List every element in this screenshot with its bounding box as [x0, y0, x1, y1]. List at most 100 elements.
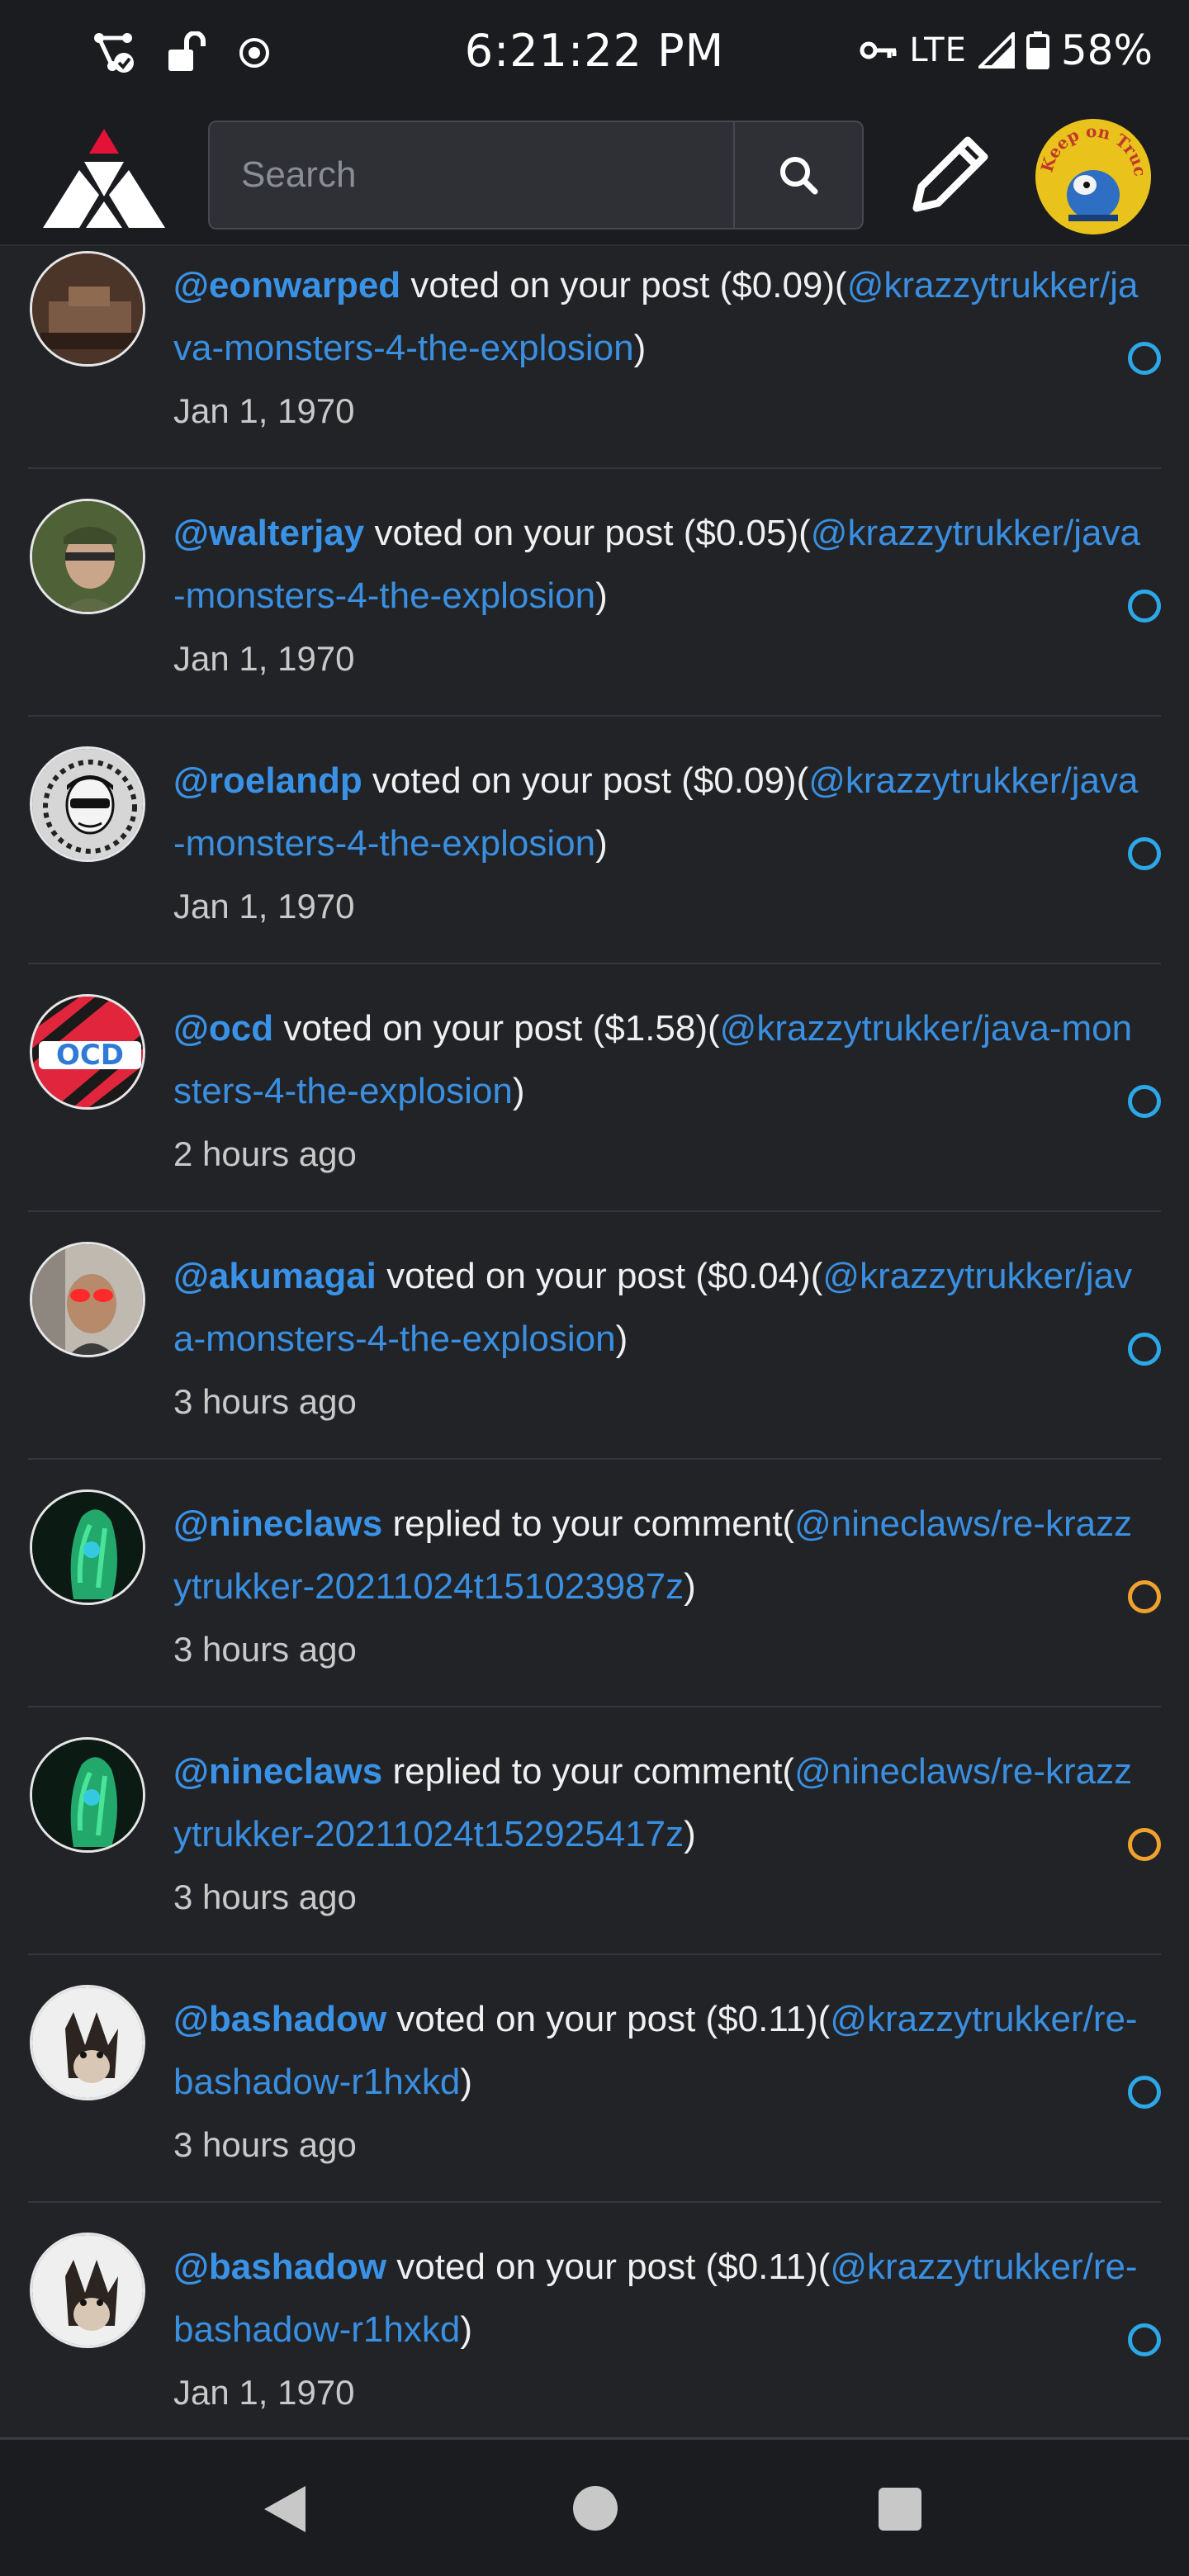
unread-indicator[interactable]: [1128, 342, 1161, 375]
notification-text: @walterjay voted on your post ($0.05)(@k…: [173, 502, 1148, 690]
search-icon: [780, 157, 818, 195]
avatar[interactable]: [30, 1985, 145, 2100]
unread-indicator[interactable]: [1128, 1580, 1161, 1613]
notification-close: ): [684, 1814, 696, 1854]
notification-text: @bashadow voted on your post ($0.11)(@kr…: [173, 1988, 1148, 2176]
unread-indicator[interactable]: [1128, 2323, 1161, 2356]
hive-logo-icon[interactable]: [43, 129, 165, 228]
notification-user[interactable]: @ocd: [173, 1008, 273, 1049]
notification-user[interactable]: @roelandp: [173, 760, 362, 801]
notification-close: ): [595, 823, 608, 864]
notification-item[interactable]: @roelandp voted on your post ($0.09)(@kr…: [28, 717, 1161, 964]
notification-close: ): [460, 2309, 472, 2350]
notification-action: voted on your post ($0.09)(: [400, 265, 847, 305]
notification-item[interactable]: @bashadow voted on your post ($0.11)(@kr…: [28, 1955, 1161, 2203]
notification-action: voted on your post ($0.09)(: [362, 760, 809, 801]
notification-close: ): [615, 1319, 628, 1359]
home-icon[interactable]: [573, 2486, 618, 2531]
avatar[interactable]: [30, 499, 145, 614]
vpn-key-icon: [860, 41, 897, 59]
signal-icon: [978, 32, 1015, 69]
notification-user[interactable]: @nineclaws: [173, 1503, 382, 1544]
notification-action: voted on your post ($0.11)(: [386, 2247, 831, 2287]
avatar[interactable]: [30, 746, 145, 862]
notification-text: @roelandp voted on your post ($0.09)(@kr…: [173, 750, 1148, 938]
avatar[interactable]: OCD: [30, 994, 145, 1110]
recents-icon[interactable]: [879, 2488, 921, 2531]
avatar[interactable]: [30, 1489, 145, 1605]
search-input[interactable]: [210, 122, 733, 228]
avatar-image: Keep on Truckin: [1035, 119, 1151, 234]
notification-item[interactable]: OCD @ocd voted on your post ($1.58)(@kra…: [28, 964, 1161, 1212]
notification-action: voted on your post ($1.58)(: [273, 1008, 720, 1049]
notification-list: @eonwarped voted on your post ($0.09)(@k…: [0, 246, 1189, 2451]
user-avatar[interactable]: Keep on Truckin: [1035, 119, 1151, 234]
notification-close: ): [512, 1071, 525, 1111]
notification-action: voted on your post ($0.11)(: [386, 1999, 831, 2039]
notification-item[interactable]: @bashadow voted on your post ($0.11)(@kr…: [28, 2203, 1161, 2451]
app-header: Keep on Truckin: [0, 107, 1189, 246]
notification-user[interactable]: @bashadow: [173, 2247, 386, 2287]
notification-item[interactable]: @nineclaws replied to your comment(@nine…: [28, 1460, 1161, 1707]
notification-close: ): [460, 2062, 472, 2102]
notification-close: ): [684, 1566, 696, 1607]
avatar-image: [32, 749, 143, 859]
unread-indicator[interactable]: [1128, 1828, 1161, 1861]
unread-indicator[interactable]: [1128, 1085, 1161, 1118]
notification-time: Jan 1, 1970: [173, 391, 355, 430]
notification-item[interactable]: @akumagai voted on your post ($0.04)(@kr…: [28, 1212, 1161, 1460]
notification-user[interactable]: @nineclaws: [173, 1751, 382, 1792]
avatar-image: [32, 1987, 143, 2098]
notification-time: Jan 1, 1970: [173, 639, 355, 678]
compose-button[interactable]: [900, 125, 999, 225]
notification-time: 3 hours ago: [173, 1382, 357, 1421]
notification-text: @ocd voted on your post ($1.58)(@krazzyt…: [173, 997, 1148, 1186]
system-nav-bar: [0, 2437, 1189, 2576]
avatar-image: [32, 1244, 143, 1355]
avatar-image: [32, 2235, 143, 2346]
pencil-icon: [912, 136, 988, 212]
notification-user[interactable]: @walterjay: [173, 513, 364, 553]
search-box: [208, 121, 864, 230]
notification-user[interactable]: @eonwarped: [173, 265, 400, 305]
battery-level: 58%: [1060, 26, 1153, 74]
svg-text:OCD: OCD: [56, 1039, 124, 1072]
unread-indicator[interactable]: [1128, 837, 1161, 870]
notification-text: @eonwarped voted on your post ($0.09)(@k…: [173, 254, 1148, 443]
notification-text: @nineclaws replied to your comment(@nine…: [173, 1493, 1148, 1681]
status-icons-right: LTE 58%: [860, 26, 1153, 74]
status-bar: 6:21:22 PM LTE 58%: [0, 0, 1189, 107]
notification-text: @akumagai voted on your post ($0.04)(@kr…: [173, 1245, 1148, 1433]
notification-action: replied to your comment(: [382, 1751, 795, 1792]
avatar[interactable]: [30, 1242, 145, 1357]
notification-action: voted on your post ($0.05)(: [364, 513, 811, 553]
notification-item[interactable]: @walterjay voted on your post ($0.05)(@k…: [28, 469, 1161, 717]
avatar-image: [32, 253, 143, 364]
notification-time: 3 hours ago: [173, 1630, 357, 1669]
unread-indicator[interactable]: [1128, 590, 1161, 623]
notification-time: 3 hours ago: [173, 2125, 357, 2164]
search-button[interactable]: [733, 122, 862, 228]
notification-user[interactable]: @bashadow: [173, 1999, 386, 2039]
avatar[interactable]: [30, 251, 145, 367]
network-type: LTE: [909, 31, 967, 69]
notification-item[interactable]: @nineclaws replied to your comment(@nine…: [28, 1707, 1161, 1955]
notification-close: ): [595, 575, 608, 616]
avatar-image: [32, 1492, 143, 1603]
notification-text: @nineclaws replied to your comment(@nine…: [173, 1740, 1148, 1929]
notification-close: ): [633, 328, 647, 368]
avatar[interactable]: [30, 2233, 145, 2348]
back-icon[interactable]: [261, 2484, 307, 2534]
avatar-image: [32, 501, 143, 612]
avatar[interactable]: [30, 1737, 145, 1853]
notification-time: Jan 1, 1970: [173, 887, 355, 926]
avatar-image: [32, 1740, 143, 1850]
notification-user[interactable]: @akumagai: [173, 1256, 377, 1296]
unread-indicator[interactable]: [1128, 1333, 1161, 1366]
notification-item[interactable]: @eonwarped voted on your post ($0.09)(@k…: [28, 246, 1161, 469]
notification-time: 2 hours ago: [173, 1134, 357, 1173]
unread-indicator[interactable]: [1128, 2076, 1161, 2109]
battery-icon: [1026, 31, 1049, 69]
notification-time: Jan 1, 1970: [173, 2373, 355, 2412]
avatar-image: OCD: [32, 997, 143, 1107]
